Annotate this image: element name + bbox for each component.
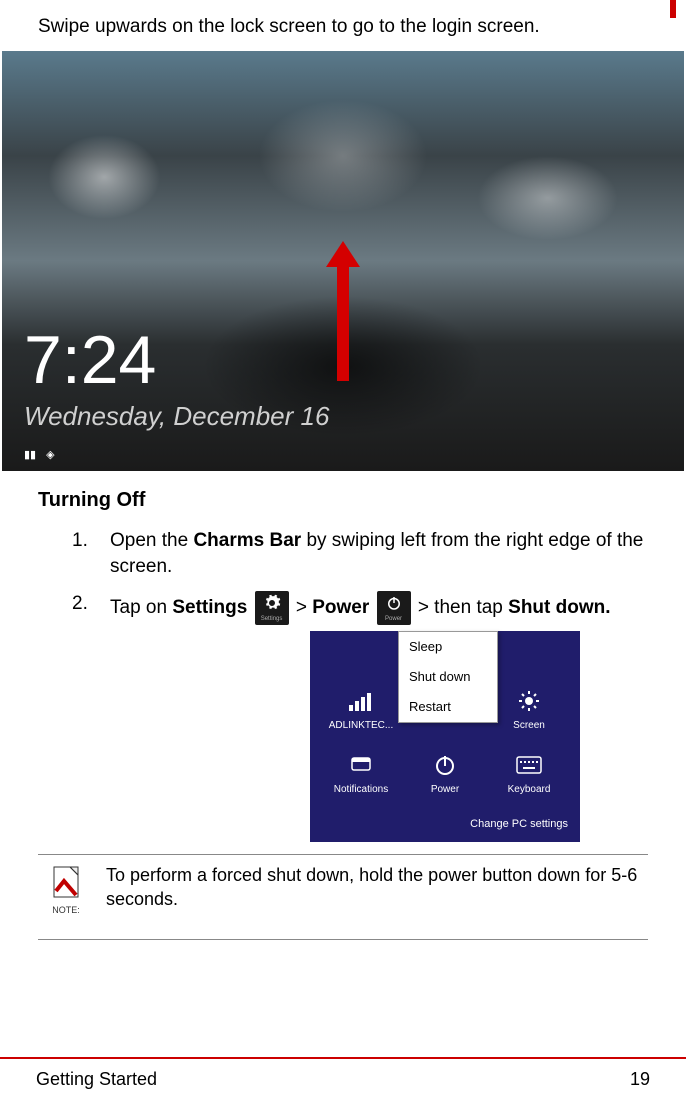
note-text: To perform a forced shut down, hold the … <box>106 863 644 912</box>
intro-paragraph: Swipe upwards on the lock screen to go t… <box>0 0 686 51</box>
note-block: NOTE: To perform a forced shut down, hol… <box>38 854 648 940</box>
step-1: 1. Open the Charms Bar by swiping left f… <box>72 528 652 581</box>
tile-label: Power <box>431 783 459 797</box>
notifications-tile[interactable]: Notifications <box>322 751 400 797</box>
power-menu-shutdown[interactable]: Shut down <box>399 662 497 692</box>
swipe-up-arrow-icon <box>326 241 360 381</box>
tile-label: Keyboard <box>508 783 551 797</box>
power-menu-restart[interactable]: Restart <box>399 692 497 722</box>
step-body: Tap on Settings Settings > Power Power >… <box>110 591 652 842</box>
keyboard-icon <box>515 751 543 779</box>
section-heading: Turning Off <box>0 471 686 518</box>
notifications-icon <box>347 751 375 779</box>
lockscreen-image: 7:24 Wednesday, December 16 ▮▮ ◈ <box>2 51 684 471</box>
icon-label: Settings <box>255 615 289 623</box>
network-icon: ▮▮ <box>24 448 36 461</box>
text-bold: Charms Bar <box>193 530 301 551</box>
signal-bars-icon <box>347 687 375 715</box>
power-tile[interactable]: Power <box>406 751 484 797</box>
text: Open the <box>110 530 193 551</box>
power-icon <box>431 751 459 779</box>
brightness-icon <box>515 687 543 715</box>
network-tile[interactable]: ADLINKTEC... <box>322 687 400 733</box>
text: > then tap <box>418 597 508 618</box>
text-bold: Power <box>312 597 369 618</box>
footer-page-number: 19 <box>630 1059 650 1090</box>
text: Tap on <box>110 597 172 618</box>
step-number: 2. <box>72 591 92 618</box>
steps-list: 1. Open the Charms Bar by swiping left f… <box>0 528 686 843</box>
step-body: Open the Charms Bar by swiping left from… <box>110 528 652 581</box>
lockscreen-date: Wednesday, December 16 <box>24 401 329 432</box>
text-bold: Shut down. <box>508 597 610 618</box>
note-icon: NOTE: <box>42 863 90 915</box>
note-label: NOTE: <box>42 905 90 915</box>
step-number: 1. <box>72 528 92 555</box>
tile-label: Notifications <box>334 783 388 797</box>
lockscreen-time: 7:24 <box>24 321 156 399</box>
screen-tile[interactable]: Screen <box>490 687 568 733</box>
settings-row-2: Notifications Power Keyboa <box>322 751 568 797</box>
text: > <box>296 597 312 618</box>
footer-section-name: Getting Started <box>36 1059 157 1090</box>
settings-charm-panel: Sleep Shut down Restart ADLINKTEC... <box>310 631 580 842</box>
change-pc-settings-link[interactable]: Change PC settings <box>322 817 568 832</box>
text-bold: Settings <box>172 597 247 618</box>
power-icon: Power <box>377 591 411 625</box>
icon-label: Power <box>377 615 411 623</box>
page-edge-marker <box>670 0 676 18</box>
power-popup-menu: Sleep Shut down Restart <box>398 631 498 724</box>
tile-label: ADLINKTEC... <box>329 719 393 733</box>
tile-label: Screen <box>513 719 545 733</box>
page-footer: Getting Started 19 <box>0 1057 686 1090</box>
step-2: 2. Tap on Settings Settings > Power Powe… <box>72 591 652 842</box>
power-menu-sleep[interactable]: Sleep <box>399 632 497 662</box>
lockscreen-status-icons: ▮▮ ◈ <box>24 448 55 461</box>
wifi-icon: ◈ <box>46 448 54 461</box>
keyboard-tile[interactable]: Keyboard <box>490 751 568 797</box>
settings-icon: Settings <box>255 591 289 625</box>
